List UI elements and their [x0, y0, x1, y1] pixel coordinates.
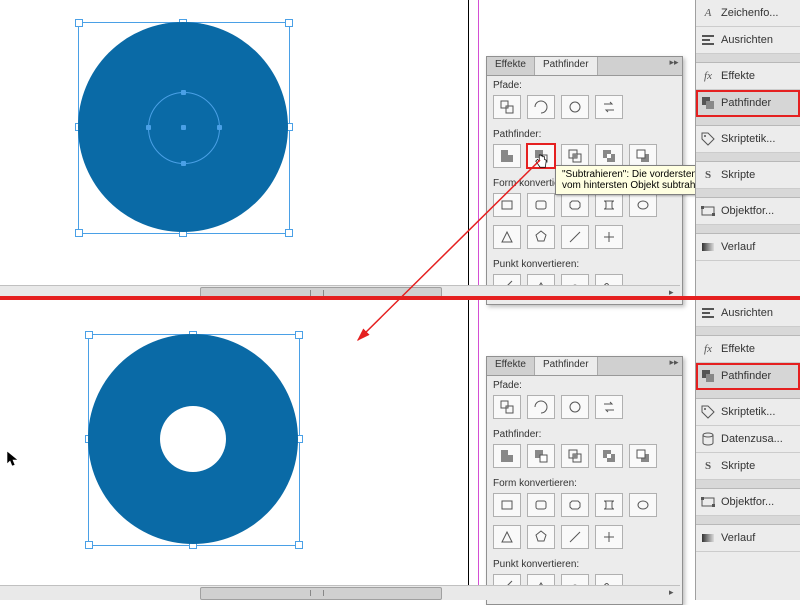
explanation-arrow: [0, 0, 800, 600]
